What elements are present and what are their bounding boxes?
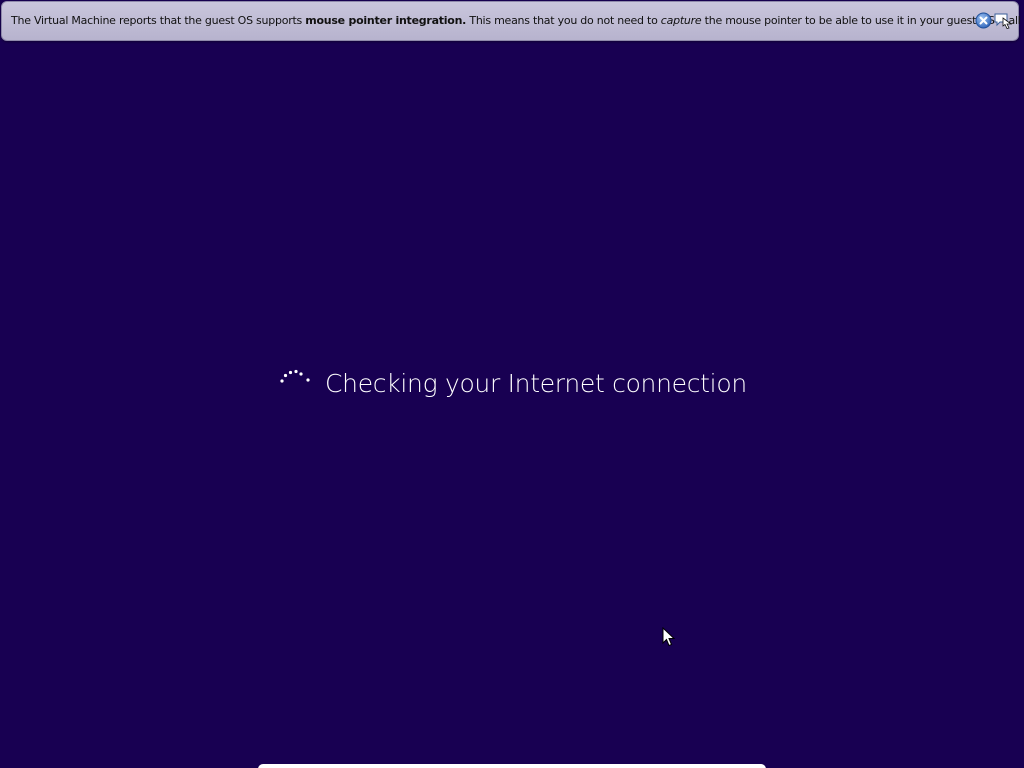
bottom-panel-edge: [258, 764, 766, 768]
notification-icon: [994, 13, 1013, 29]
banner-text-italic: capture: [660, 14, 702, 27]
banner-close-button[interactable]: [975, 12, 992, 29]
vm-notification-text: The Virtual Machine reports that the gue…: [11, 14, 1024, 27]
vm-notification-banner: The Virtual Machine reports that the gue…: [1, 1, 1024, 41]
banner-text-prefix: The Virtual Machine reports that the gue…: [11, 14, 306, 27]
banner-dont-show-button[interactable]: [994, 12, 1013, 29]
status-message: Checking your Internet connection: [325, 369, 747, 398]
banner-text-bold: mouse pointer integration.: [305, 14, 467, 27]
close-icon: [975, 12, 992, 29]
loading-spinner-icon: [280, 369, 310, 383]
banner-text-middle: This means that you do not need to: [466, 14, 661, 27]
vm-screen: The Virtual Machine reports that the gue…: [0, 0, 1024, 768]
mouse-pointer-icon: [662, 627, 676, 647]
